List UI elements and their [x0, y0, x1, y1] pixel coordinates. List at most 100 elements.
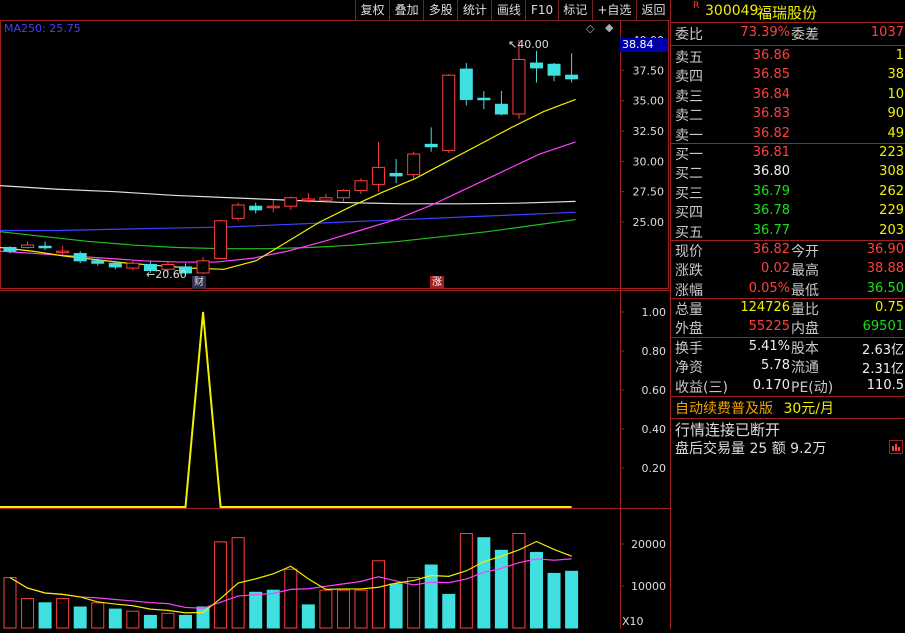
level-volume: 49: [887, 125, 904, 141]
volume-bar: [249, 591, 263, 629]
level-volume: 90: [887, 106, 904, 122]
candle: [196, 260, 210, 274]
info-value: 2.31亿: [862, 362, 904, 378]
volume-bar: [284, 568, 298, 629]
indicator-tick-label: 0.80: [642, 345, 667, 358]
info-label: 收益(三): [675, 379, 728, 396]
volume-bar: [214, 541, 228, 629]
ask-row[interactable]: 卖三 36.84 10: [671, 86, 905, 105]
level-volume: 308: [879, 164, 904, 180]
toolbar-add-watchlist-button[interactable]: +自选: [591, 0, 636, 20]
bid-row[interactable]: 买五 36.77 203: [671, 222, 905, 241]
diamond-icon[interactable]: ◇: [586, 22, 594, 35]
toolbar-f10-button[interactable]: F10: [525, 0, 557, 20]
level-price: 36.78: [752, 203, 790, 219]
weicha-value: 1037: [870, 25, 904, 40]
toolbar-back-button[interactable]: 返回: [635, 0, 670, 20]
info-row: 净资 5.78 流通 2.31亿: [671, 357, 905, 378]
info-value: 36.50: [866, 280, 904, 296]
info-label: 现价: [675, 244, 703, 260]
info-row: 涨幅 0.05% 最低 36.50: [671, 280, 905, 299]
candle: [3, 246, 17, 252]
weibi-value: 73.39%: [740, 25, 790, 40]
level-volume: 10: [887, 86, 904, 102]
price-tick-label: 25.00: [633, 216, 665, 229]
toolbar-mark-button[interactable]: 标记: [557, 0, 592, 20]
r-mark: R: [693, 1, 700, 11]
kline-chart-area[interactable]: 40.00 37.50 35.00 32.50 30.00 27.50 25.00 1.00…: [0, 0, 670, 629]
financial-event-badge[interactable]: 财: [192, 276, 206, 289]
volume-bar: [38, 602, 52, 629]
ask-row[interactable]: 卖二 36.83 90: [671, 105, 905, 124]
toolbar-draw-button[interactable]: 画线: [491, 0, 525, 20]
bid-row[interactable]: 买二 36.80 308: [671, 163, 905, 182]
level-volume: 38: [887, 67, 904, 83]
info-row: 外盘 55225 内盘 69501: [671, 318, 905, 337]
volume-bar: [547, 572, 561, 629]
ma250-label: MA250: 25.75: [4, 22, 81, 35]
ask-row[interactable]: 卖四 36.85 38: [671, 66, 905, 85]
info-label: 内盘: [791, 321, 819, 338]
settings-handle-icon[interactable]: ◆: [605, 21, 613, 34]
volume-bar: [389, 583, 403, 629]
ask-row[interactable]: 卖一 36.82 49: [671, 125, 905, 144]
volume-bar: [319, 589, 333, 629]
candle: [91, 260, 105, 264]
level-label: 买一: [675, 147, 703, 163]
candle: [512, 58, 526, 115]
price-tick-label: 37.50: [633, 64, 665, 77]
stock-name[interactable]: 福瑞股份: [757, 2, 817, 23]
level-price: 36.82: [752, 125, 790, 141]
info-row: 涨跌 0.02 最高 38.88: [671, 260, 905, 279]
chart-toggle-icon[interactable]: [889, 440, 903, 454]
level-label: 买五: [675, 224, 703, 241]
bid-row[interactable]: 买三 36.79 262: [671, 183, 905, 202]
info-label: 总量: [675, 302, 703, 318]
toolbar-multi-stock-button[interactable]: 多股: [423, 0, 457, 20]
info-value: 110.5: [866, 377, 904, 393]
level-volume: 262: [879, 183, 904, 199]
stock-code[interactable]: 300049: [705, 3, 758, 19]
info-label: PE(动): [791, 379, 834, 396]
level-volume: 229: [879, 203, 904, 219]
info-value: 0.02: [761, 261, 790, 277]
quote-panel: R 300049 福瑞股份 委比 73.39% 委差 1037 卖五 36.86 1…: [670, 0, 905, 629]
volume-bar: [266, 589, 280, 629]
chart-canvas[interactable]: 40.00 37.50 35.00 32.50 30.00 27.50 25.00 1.00…: [0, 0, 670, 629]
level-label: 买二: [675, 166, 703, 183]
after-hours-volume: 盘后交易量 25 额 9.2万: [675, 441, 827, 457]
indicator-tick-label: 1.00: [642, 306, 667, 319]
volume-bar: [21, 598, 35, 629]
volume-bar: [73, 606, 87, 629]
volume-tick-label: 20000: [631, 538, 666, 551]
info-label: 今开: [791, 244, 819, 260]
candle: [494, 103, 508, 115]
indicator-line: [0, 311, 572, 508]
promo-link[interactable]: 自动续费普及版 30元/月: [675, 398, 834, 418]
bid-row[interactable]: 买一 36.81 223: [671, 144, 905, 163]
level-label: 卖二: [675, 108, 703, 125]
connection-status: 行情连接已断开: [675, 421, 781, 439]
info-label: 换手: [675, 341, 703, 357]
candle: [231, 204, 245, 219]
ask-row[interactable]: 卖五 36.86 1: [671, 47, 905, 66]
level-price: 36.79: [752, 183, 790, 199]
candle: [407, 153, 421, 176]
price-plot: 40.00 37.50 35.00 32.50 30.00 27.50 25.00: [0, 34, 665, 276]
info-label: 外盘: [675, 321, 703, 338]
toolbar-overlay-button[interactable]: 叠加: [389, 0, 423, 20]
toolbar-fuquan-button[interactable]: 复权: [355, 0, 389, 20]
candle: [565, 74, 579, 80]
bid-row[interactable]: 买四 36.78 229: [671, 202, 905, 221]
volume-bar: [477, 537, 491, 629]
high-price-value: 40.00: [517, 38, 549, 51]
candle: [424, 143, 438, 148]
rise-event-badge[interactable]: 涨: [430, 276, 444, 289]
main-panel-frame: [0, 20, 669, 289]
info-label: 量比: [791, 302, 819, 318]
info-label: 涨跌: [675, 263, 703, 280]
info-label: 涨幅: [675, 282, 703, 299]
candle: [459, 68, 473, 100]
low-price-marker: ←20.60: [146, 268, 187, 281]
toolbar-stats-button[interactable]: 统计: [457, 0, 491, 20]
